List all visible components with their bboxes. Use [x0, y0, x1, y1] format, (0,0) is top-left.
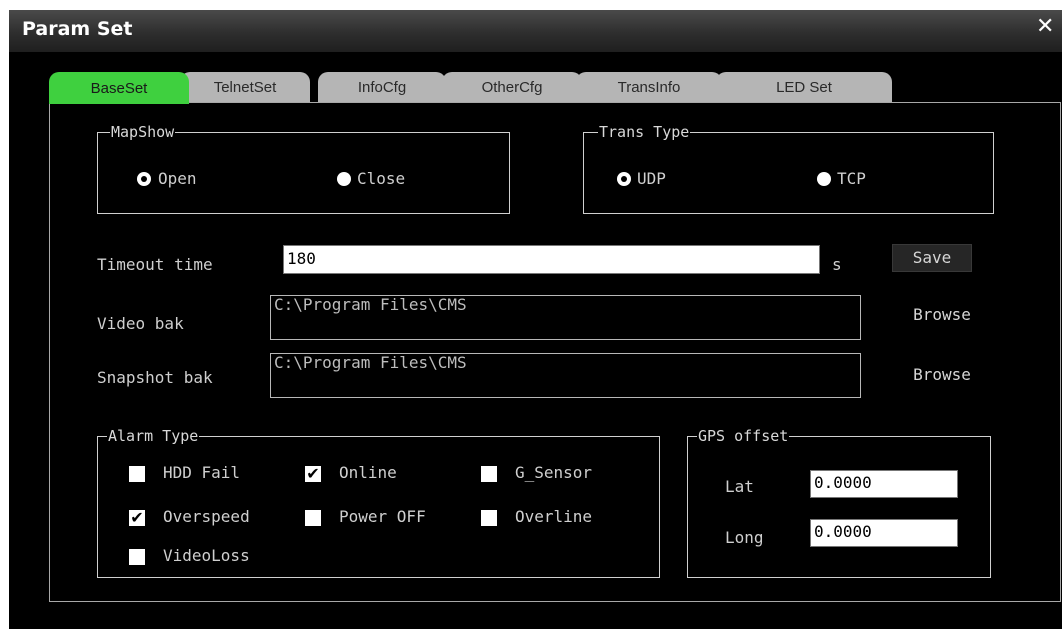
video-bak-label: Video bak [97, 314, 184, 333]
mapshow-close-radio[interactable] [337, 172, 351, 186]
close-icon[interactable]: ✕ [1036, 14, 1054, 40]
mapshow-open-radio[interactable] [137, 172, 151, 186]
trans-udp-label[interactable]: UDP [637, 169, 666, 189]
gps-offset-group [687, 436, 991, 578]
alarm-type-legend: Alarm Type [107, 427, 200, 445]
video-bak-browse-button[interactable]: Browse [894, 305, 990, 325]
video-bak-path-field[interactable]: C:\Program Files\CMS [270, 295, 861, 340]
hdd-fail-label[interactable]: HDD Fail [163, 463, 240, 483]
videoloss-checkbox[interactable] [129, 549, 145, 565]
online-checkbox[interactable]: ✔ [305, 466, 321, 482]
tab-othercfg[interactable]: OtherCfg [442, 72, 582, 102]
trans-udp-radio[interactable] [617, 172, 631, 186]
power-off-checkbox[interactable] [305, 510, 321, 526]
long-input[interactable]: 0.0000 [810, 519, 958, 547]
long-label: Long [725, 528, 764, 547]
timeout-unit: s [832, 255, 842, 274]
tab-telnetset[interactable]: TelnetSet [180, 72, 310, 102]
snapshot-bak-label: Snapshot bak [97, 368, 213, 387]
timeout-label: Timeout time [97, 255, 213, 274]
mapshow-legend: MapShow [110, 123, 176, 141]
trans-tcp-label[interactable]: TCP [837, 169, 866, 189]
online-label[interactable]: Online [339, 463, 397, 483]
videoloss-label[interactable]: VideoLoss [163, 546, 250, 566]
tab-infocfg[interactable]: InfoCfg [318, 72, 446, 102]
g-sensor-checkbox[interactable] [481, 466, 497, 482]
mapshow-open-label[interactable]: Open [158, 169, 197, 189]
save-button[interactable]: Save [892, 244, 972, 272]
title-bar [9, 10, 1062, 52]
overline-checkbox[interactable] [481, 510, 497, 526]
trans-type-legend: Trans Type [598, 123, 691, 141]
power-off-label[interactable]: Power OFF [339, 507, 426, 527]
snapshot-bak-browse-button[interactable]: Browse [894, 365, 990, 385]
overspeed-checkbox[interactable]: ✔ [129, 510, 145, 526]
window-title: Param Set [22, 18, 133, 40]
mapshow-close-label[interactable]: Close [357, 169, 405, 189]
trans-tcp-radio[interactable] [817, 172, 831, 186]
gps-offset-legend: GPS offset [697, 427, 790, 445]
timeout-input[interactable]: 180 [283, 245, 820, 274]
overline-label[interactable]: Overline [515, 507, 592, 527]
tab-transinfo[interactable]: TransInfo [576, 72, 722, 102]
snapshot-bak-path-field[interactable]: C:\Program Files\CMS [270, 353, 861, 398]
hdd-fail-checkbox[interactable] [129, 466, 145, 482]
lat-input[interactable]: 0.0000 [810, 470, 958, 498]
g-sensor-label[interactable]: G_Sensor [515, 463, 592, 483]
tab-ledset[interactable]: LED Set [716, 72, 892, 102]
overspeed-label[interactable]: Overspeed [163, 507, 250, 527]
tab-baseset[interactable]: BaseSet [49, 72, 189, 104]
lat-label: Lat [725, 477, 754, 496]
